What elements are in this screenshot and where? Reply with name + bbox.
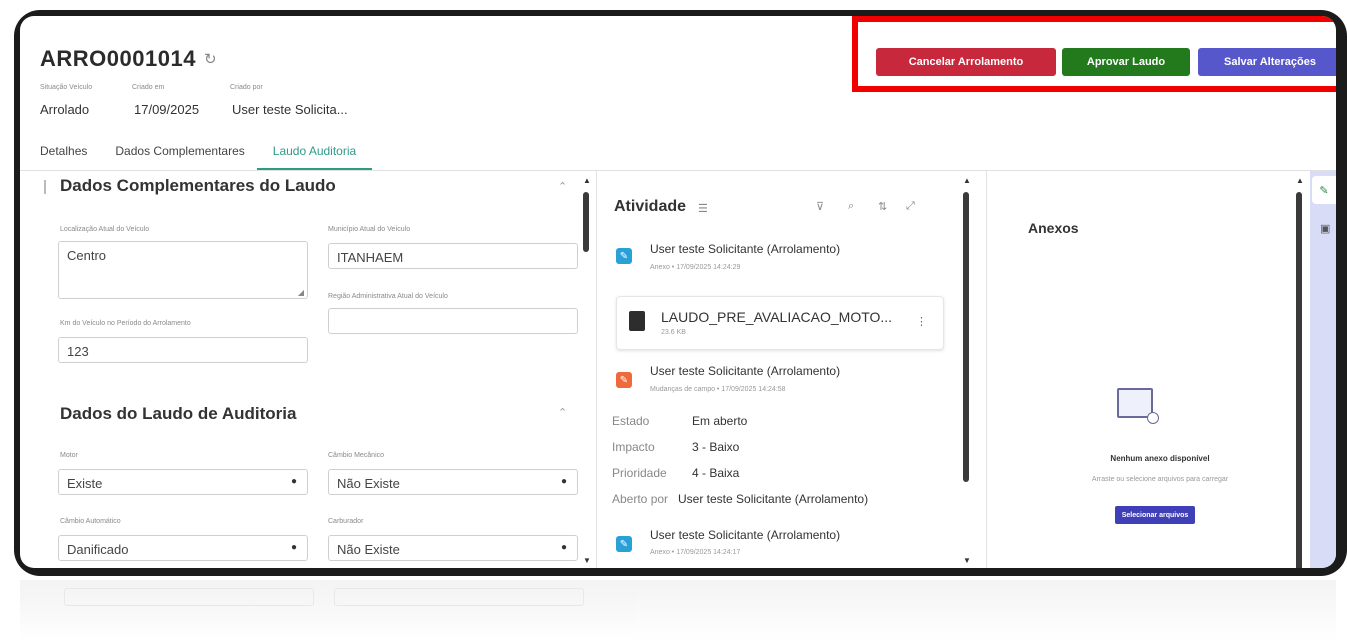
empty-attachments-subtitle: Arraste ou selecione arquivos para carre… — [1091, 476, 1229, 483]
list-icon[interactable]: ☰ — [698, 202, 708, 215]
rail-attachments-icon[interactable]: ✎ — [1312, 176, 1336, 204]
file-icon — [629, 311, 645, 331]
dropdown-icon: ● — [560, 476, 567, 487]
meta-label-criado-por: Criado por — [230, 84, 263, 91]
tab-laudo-auditoria[interactable]: Laudo Auditoria — [256, 144, 373, 170]
dropdown-icon: ● — [290, 542, 297, 553]
aberto-por-label: Aberto por — [612, 492, 669, 506]
cambio-automatico-select[interactable]: Danificado ● — [58, 535, 308, 561]
municipio-field[interactable]: ITANHAEM — [328, 243, 578, 269]
motor-label: Motor — [60, 452, 78, 459]
scroll-up-icon[interactable]: ▲ — [583, 176, 591, 185]
screen-reflection — [20, 580, 1336, 641]
empty-attachments-title: Nenhum anexo disponível — [1110, 454, 1210, 463]
municipio-label: Município Atual do Veículo — [328, 226, 411, 233]
cambio-mecanico-label: Câmbio Mecânico — [328, 452, 385, 459]
download-icon[interactable]: ⋮ — [916, 315, 927, 328]
save-changes-button[interactable]: Salvar Alterações — [1198, 48, 1336, 76]
meta-value-criado-por: User teste Solicita... — [232, 102, 348, 117]
filter-icon[interactable]: ⊽ — [816, 200, 824, 213]
motor-select[interactable]: Existe ● — [58, 469, 308, 495]
column-divider — [986, 171, 987, 568]
regiao-field[interactable] — [328, 308, 578, 334]
scroll-up-icon[interactable]: ▲ — [1296, 176, 1304, 185]
tab-bar: Detalhes Dados Complementares Laudo Audi… — [40, 144, 400, 170]
localizacao-field[interactable]: Centro ◢ — [58, 241, 308, 299]
attachment-badge-icon: ✎ — [616, 248, 632, 264]
form-scrollbar[interactable] — [583, 192, 589, 252]
km-label: Km do Veículo no Período do Arrolamento — [60, 320, 191, 327]
activity-author[interactable]: User teste Solicitante (Arrolamento) — [650, 528, 840, 542]
localizacao-label: Localização Atual do Veículo — [60, 226, 150, 233]
km-value: 123 — [67, 344, 89, 359]
empty-attachments-illustration-icon — [1117, 388, 1159, 424]
meta-value-situacao: Arrolado — [40, 102, 90, 117]
scroll-down-icon[interactable]: ▼ — [963, 556, 971, 565]
aberto-por-value: User teste Solicitante (Arrolamento) — [678, 492, 869, 506]
section-marker — [44, 180, 46, 194]
estado-value: Em aberto — [692, 414, 748, 428]
approve-laudo-button[interactable]: Aprovar Laudo — [1062, 48, 1190, 76]
attachment-card[interactable]: LAUDO_PRE_AVALIACAO_MOTO... 23.6 KB ⋮ — [616, 296, 944, 350]
km-field[interactable]: 123 — [58, 337, 308, 363]
sort-icon[interactable]: ⇅ — [878, 200, 887, 213]
scroll-down-icon[interactable]: ▼ — [583, 556, 591, 565]
impacto-label: Impacto — [612, 440, 655, 454]
search-icon[interactable]: ⌕ — [848, 200, 854, 213]
section-title-laudo-auditoria: Dados do Laudo de Auditoria — [60, 404, 297, 423]
prioridade-label: Prioridade — [612, 466, 667, 480]
cambio-mecanico-select[interactable]: Não Existe ● — [328, 469, 578, 495]
resize-handle-icon[interactable]: ◢ — [298, 288, 304, 297]
meta-label-criado-em: Criado em — [132, 84, 165, 91]
rail-document-icon[interactable]: ▣ — [1320, 222, 1330, 235]
activity-title: Atividade — [614, 198, 687, 215]
dropdown-icon: ● — [290, 476, 297, 487]
record-id: ARRO0001014 — [40, 46, 196, 71]
carburador-label: Carburador — [328, 518, 364, 525]
meta-label-situacao: Situação Veículo — [40, 84, 93, 91]
activity-author[interactable]: User teste Solicitante (Arrolamento) — [650, 364, 840, 378]
attachments-title: Anexos — [1028, 220, 1079, 236]
refresh-icon[interactable]: ↻ — [204, 50, 217, 68]
attachment-file-name[interactable]: LAUDO_PRE_AVALIACAO_MOTO... — [661, 309, 892, 325]
cambio-mecanico-value: Não Existe — [337, 476, 400, 491]
carburador-select[interactable]: Não Existe ● — [328, 535, 578, 561]
regiao-label: Região Administrativa Atual do Veículo — [328, 293, 448, 300]
tab-detalhes[interactable]: Detalhes — [40, 144, 87, 170]
activity-author[interactable]: User teste Solicitante (Arrolamento) — [650, 242, 840, 256]
cambio-automatico-label: Câmbio Automático — [60, 518, 121, 525]
column-divider — [596, 171, 597, 568]
attachment-file-size: 23.6 KB — [661, 329, 686, 336]
activity-sub: Anexo • 17/09/2025 14:24:17 — [650, 549, 741, 556]
attachments-scrollbar[interactable] — [1296, 192, 1302, 568]
municipio-value: ITANHAEM — [337, 250, 404, 265]
section-title-dados-complementares: Dados Complementares do Laudo — [60, 176, 336, 195]
cancel-arrolamento-button[interactable]: Cancelar Arrolamento — [876, 48, 1056, 76]
localizacao-value: Centro — [67, 248, 107, 263]
cambio-automatico-value: Danificado — [67, 542, 129, 557]
attachment-badge-icon: ✎ — [616, 536, 632, 552]
tabs-divider — [20, 170, 1336, 171]
carburador-value: Não Existe — [337, 542, 400, 557]
tab-dados-complementares[interactable]: Dados Complementares — [115, 144, 244, 170]
meta-value-criado-em: 17/09/2025 — [134, 102, 200, 117]
reflection-ghost — [64, 588, 314, 606]
scroll-up-icon[interactable]: ▲ — [963, 176, 971, 185]
select-files-button[interactable]: Selecionar arquivos — [1115, 506, 1195, 524]
prioridade-value: 4 - Baixa — [692, 466, 740, 480]
activity-sub: Mudanças de campo • 17/09/2025 14:24:58 — [650, 386, 786, 393]
activity-scrollbar[interactable] — [963, 192, 969, 482]
collapse-section1-icon[interactable]: ⌃ — [558, 180, 567, 193]
estado-label: Estado — [612, 414, 650, 428]
reflection-ghost — [334, 588, 584, 606]
field-change-badge-icon: ✎ — [616, 372, 632, 388]
screen: ARRO0001014 ↻ Situação Veículo Criado em… — [20, 16, 1336, 568]
motor-value: Existe — [67, 476, 103, 491]
activity-sub: Anexo • 17/09/2025 14:24:29 — [650, 264, 741, 271]
dropdown-icon: ● — [560, 542, 567, 553]
impacto-value: 3 - Baixo — [692, 440, 740, 454]
expand-icon[interactable]: ⤢ — [906, 200, 915, 213]
collapse-section2-icon[interactable]: ⌃ — [558, 406, 567, 419]
